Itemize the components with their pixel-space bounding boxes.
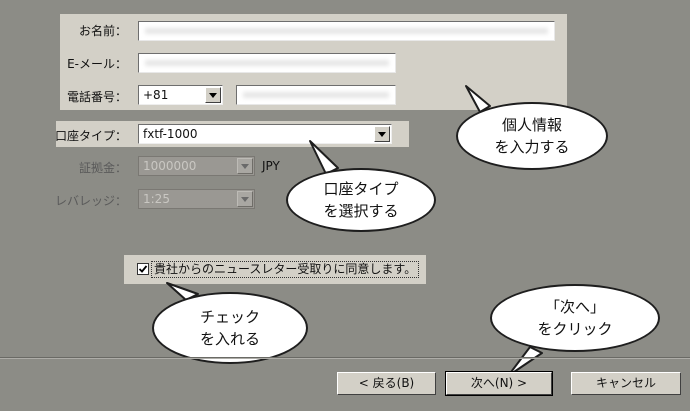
back-button[interactable]: < 戻る(B): [337, 372, 436, 395]
button-bar-divider: [0, 357, 690, 359]
next-button[interactable]: 次へ(N) >: [445, 371, 553, 396]
next-callout: 「次へ」 をクリック: [490, 284, 660, 352]
personal-info-callout: 個人情報 を入力する: [456, 102, 608, 170]
check-callout: チェック を入れる: [152, 292, 308, 364]
account-type-callout: 口座タイプ を選択する: [286, 168, 436, 232]
cancel-button[interactable]: キャンセル: [571, 372, 681, 395]
